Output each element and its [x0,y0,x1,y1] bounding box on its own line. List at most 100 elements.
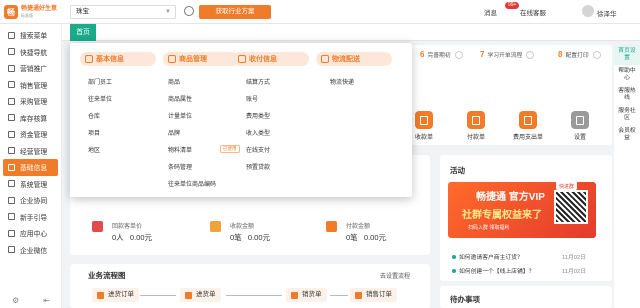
avatar[interactable] [582,5,594,17]
menu-item-departments[interactable]: 部门员工 [88,77,112,86]
receipt-amount-icon [210,221,221,232]
sidebar-item-operations[interactable]: 经营管理 [0,143,61,160]
vip-community-banner[interactable]: 畅捷通 官方VIP 社群专属权益来了 扫码入群 领取福利 快进群 [448,182,596,238]
messages-button[interactable]: 消息 [484,7,497,17]
sidebar-item-label: 企业协同 [20,198,48,206]
sidebar-item-inventory[interactable]: 库存核算 [0,110,61,127]
purchase-icon [8,97,15,105]
gear-icon[interactable] [184,6,194,16]
shortcut-settings[interactable]: 设置 [558,111,602,141]
flow-sales-order[interactable]: 销售订单 [350,288,397,302]
sidebar-item-search[interactable]: 搜索菜单 [0,27,61,44]
menu-item-warehouse[interactable]: 仓库 [88,111,100,120]
sidebar-item-sales[interactable]: 销售管理 [0,77,61,94]
marketing-icon [8,64,15,72]
news-item[interactable]: 如何创建一个【线上店铺】？ 11月02日 [452,266,586,275]
menu-item-goods-attributes[interactable]: 商品属性 [168,94,192,103]
sidebar-item-apps[interactable]: 应用中心 [0,225,61,242]
stat-label: 付款金额 [346,224,371,230]
basic-info-menu: 基本信息 商品管理 收付信息 物流配送 部门员工 往来单位 仓库 项目 地区 商… [70,43,412,197]
sidebar-item-finance[interactable]: 资金管理 [0,126,61,143]
menu-item-region[interactable]: 地区 [88,145,100,154]
logo-title: 畅捷通好生意 [21,5,58,12]
stat-value: 0笔 0.00元 [230,233,271,242]
todo-title: 待办事项 [450,295,480,304]
get-industry-solution-button[interactable]: 获取行业方案 [199,5,271,19]
sidebar-item-collaboration[interactable]: 企业协同 [0,192,61,209]
box-icon [168,55,176,63]
rightbar-item-home-settings[interactable]: 首页设置 [614,45,640,65]
step-item[interactable]: 6 完善期初 [420,50,463,59]
sales-icon [8,81,15,89]
collapse-icon[interactable]: ⇤ [43,296,50,305]
menu-item-income-type[interactable]: 收入类型 [246,128,270,137]
apps-icon [8,229,15,237]
menu-item-units[interactable]: 计量单位 [168,111,192,120]
menu-item-barcode[interactable]: 条码管理 [168,162,192,171]
sidebar: 搜索菜单快捷导航营销推广 销售管理 采购管理 库存核算 资金管理经营管理基础信息系统管理… [0,24,62,308]
app-logo[interactable]: 畅 畅捷通好生意 标准版 [0,0,62,24]
step-item[interactable]: 8 配置打印 [558,50,601,59]
tab-home[interactable]: 首页 [70,24,96,41]
menu-item-bom[interactable]: 物料清单 [168,145,192,154]
set-flow-link[interactable]: 去设置流程 [380,271,410,280]
shortcut-expense[interactable]: 费用支出单 [506,111,550,141]
shortcuts-icon [8,48,15,56]
bullet-icon [452,255,456,259]
sidebar-item-onboarding[interactable]: 新手引导 [0,209,61,226]
arrow-right-icon [454,50,463,59]
status-badge: 已使用 [220,145,240,153]
flow-arrow [140,295,176,296]
sidebar-item-purchase[interactable]: 采购管理 [0,93,61,110]
tab-strip [62,24,640,41]
sidebar-item-label: 快捷导航 [20,49,48,57]
rightbar-item-membership[interactable]: 会员权益 [614,125,640,145]
stat-value: 0人 0.00元 [112,233,153,242]
sidebar-item-wecom[interactable]: 企业微信 [0,242,61,259]
stat-value: 0笔 0.00元 [346,233,387,242]
sidebar-item-shortcuts[interactable]: 快捷导航 [0,44,61,61]
system-icon [8,180,15,188]
menu-item-account[interactable]: 账号 [246,94,258,103]
sidebar-item-label: 基础信息 [20,165,48,173]
menu-item-preset-loan[interactable]: 预置贷款 [246,162,270,171]
document-icon [291,291,298,299]
online-service-button[interactable]: 在线客服 [520,7,546,17]
rightbar-item-community[interactable]: 服务社区 [614,105,640,125]
document-icon [355,291,362,299]
sidebar-item-system[interactable]: 系统管理 [0,176,61,193]
sidebar-item-label: 经营管理 [20,148,48,156]
stat-label: 收款金额 [230,224,255,230]
rightbar-item-help[interactable]: 帮助中心 [614,65,640,85]
menu-item-express[interactable]: 物流快递 [330,77,354,86]
menu-item-settlement[interactable]: 结算方式 [246,77,270,86]
industry-select-value: 珠宝 [76,8,89,15]
menu-item-project[interactable]: 项目 [88,128,100,137]
banner-line-1: 畅捷通 官方VIP [476,192,545,203]
sidebar-item-marketing[interactable]: 营销推广 [0,60,61,77]
basic-info-icon [8,163,15,171]
truck-icon [321,55,329,63]
gear-icon[interactable]: ⚙ [12,296,19,305]
menu-item-partners[interactable]: 往来单位 [88,94,112,103]
qr-code-icon [554,190,588,224]
sidebar-item-basic-info[interactable]: 基础信息 [3,159,58,176]
settings-icon [571,111,589,129]
shortcut-payment[interactable]: 付款单 [454,111,498,141]
flow-sales[interactable]: 销货单 [286,288,327,302]
industry-select[interactable]: 珠宝 ▼ [70,5,176,19]
operations-icon [8,147,15,155]
news-item[interactable]: 如何邀请客户商主订货？ 11月02日 [452,252,586,261]
flow-purchase[interactable]: 进货单 [180,288,221,302]
flow-purchase-order[interactable]: 进货订单 [92,288,139,302]
username[interactable]: 徐泽华 [597,8,617,18]
right-toolbar: 首页设置 帮助中心 客服热线 服务社区 会员权益 [614,45,640,308]
rightbar-item-hotline[interactable]: 客服热线 [614,85,640,105]
menu-category-logistics: 物流配送 [316,52,392,66]
menu-item-partner-goods-code[interactable]: 往来单位商品编码 [168,179,216,188]
menu-item-goods[interactable]: 商品 [168,77,180,86]
step-item[interactable]: 7 学习开单流程 [480,50,535,59]
menu-item-online-pay[interactable]: 在线支付 [246,145,270,154]
menu-item-expense-type[interactable]: 费用类型 [246,111,270,120]
menu-item-brand[interactable]: 品牌 [168,128,180,137]
